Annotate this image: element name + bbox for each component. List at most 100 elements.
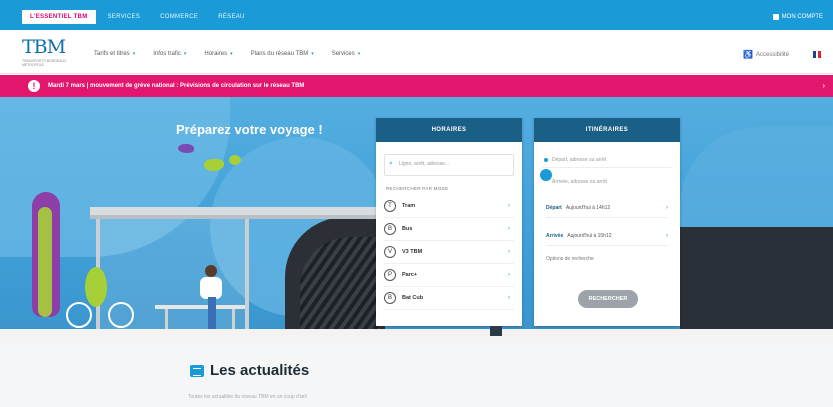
arrival-time-label: Arrivée [546, 232, 564, 239]
bench-illustration [165, 309, 168, 329]
ground [0, 329, 833, 344]
chevron-down-icon: ▾ [132, 51, 136, 57]
search-placeholder: Ligne, arrêt, adresse... [399, 161, 450, 167]
tram-icon: T [384, 200, 396, 212]
tram-illustration [680, 227, 833, 344]
nav-item-infos[interactable]: Infos trafic ▾ [149, 49, 190, 59]
nav-item-plans[interactable]: Plans du réseau TBM ▾ [247, 49, 318, 59]
chevron-right-icon[interactable]: › [822, 81, 825, 90]
shelter-roof [90, 207, 410, 215]
card-tab [490, 326, 502, 336]
accessibility-label: Accessibilité [755, 51, 789, 58]
nav-label: Plans du réseau TBM [250, 51, 309, 57]
route-fields: Départ, adresse ou arrêt Arrivée, adress… [540, 152, 672, 190]
horaires-search-input[interactable]: ⌕ Ligne, arrêt, adresse... [384, 154, 514, 176]
mode-label: Bat Cub [402, 295, 424, 301]
bird-illustration [204, 159, 224, 171]
news-section [0, 344, 833, 407]
arrival-input[interactable]: Arrivée, adresse ou arrêt [542, 174, 672, 190]
mode-item-batcub[interactable]: B Bat Cub › [384, 287, 514, 310]
bird-illustration [178, 144, 194, 153]
chevron-right-icon: › [508, 272, 510, 278]
nav-item-tarifs[interactable]: Tarifs et titres ▾ [90, 49, 139, 59]
mode-item-tram[interactable]: T Tram › [384, 195, 514, 218]
tbm-logo[interactable]: TBM TRANSPORTS BORDEAUX MÉTROPOLE [22, 38, 72, 68]
site-header: TBM TRANSPORTS BORDEAUX MÉTROPOLE Tarifs… [0, 30, 833, 74]
tab-essentiel[interactable]: L'ESSENTIEL TBM [22, 10, 96, 24]
boat-icon: B [384, 292, 396, 304]
itineraires-header[interactable]: ITINÉRAIRES [534, 118, 680, 142]
nav-item-horaires[interactable]: Horaires ▾ [200, 49, 236, 59]
itineraires-card: ITINÉRAIRES Départ, adresse ou arrêt Arr… [534, 118, 680, 326]
mode-label: V3 TBM [402, 249, 423, 255]
chevron-right-icon: › [508, 226, 510, 232]
chevron-right-icon: › [666, 232, 668, 239]
person-illustration [208, 297, 216, 329]
alert-text[interactable]: Mardi 7 mars | mouvement de grève nation… [48, 83, 304, 89]
accessibility-icon: ♿ [743, 50, 753, 59]
departure-time-row[interactable]: Départ Aujourd'hui à 14h12 › [546, 198, 668, 218]
chevron-down-icon: ▾ [311, 51, 314, 57]
arrival-time-row[interactable]: Arrivée Aujourd'hui à 15h12 › [546, 226, 668, 246]
bush-illustration [85, 267, 107, 307]
logo-text: TBM [22, 36, 66, 58]
bike-icon: V [384, 246, 396, 258]
newspaper-icon [190, 365, 204, 377]
user-icon [772, 14, 779, 20]
nav-item-services[interactable]: Services ▾ [328, 49, 365, 59]
person-illustration [205, 265, 217, 277]
search-options-link[interactable]: Options de recherche [546, 256, 668, 262]
shelter-post [245, 219, 249, 329]
news-subtitle: Toutes les actualités du réseau TBM en u… [188, 394, 307, 400]
main-nav: Tarifs et titres ▾ Infos trafic ▾ Horaires… [90, 49, 364, 59]
mode-label: Tram [402, 203, 416, 209]
tab-reseau[interactable]: RÉSEAU [210, 10, 252, 24]
search-button[interactable]: Rechercher [578, 290, 638, 308]
hero-title: Préparez votre voyage ! [176, 122, 323, 137]
departure-input[interactable]: Départ, adresse ou arrêt [542, 152, 672, 168]
departure-time-value: Aujourd'hui à 14h12 [565, 204, 611, 211]
mode-label: Parc+ [402, 272, 418, 278]
tab-commerce[interactable]: COMMERCE [152, 10, 206, 24]
mode-section-label: RECHERCHER PAR MODE [386, 186, 449, 191]
person-illustration [200, 277, 222, 299]
mode-item-v3[interactable]: V V3 TBM › [384, 241, 514, 264]
chevron-right-icon: › [508, 295, 510, 301]
bicycle-illustration [66, 302, 92, 328]
bus-icon: B [384, 223, 396, 235]
chevron-down-icon: ▾ [357, 51, 361, 57]
parking-icon: P [384, 269, 396, 281]
account-button[interactable]: MON COMPTE [772, 14, 823, 20]
nav-label: Tarifs et titres [94, 51, 130, 57]
alert-banner: ! Mardi 7 mars | mouvement de grève nati… [0, 75, 833, 97]
chevron-down-icon: ▾ [230, 51, 233, 57]
mode-label: Bus [402, 226, 413, 232]
swap-icon[interactable] [540, 169, 552, 181]
horaires-card: HORAIRES ⌕ Ligne, arrêt, adresse... RECH… [376, 118, 522, 326]
mode-item-parc[interactable]: P Parc+ › [384, 264, 514, 287]
nav-label: Services [331, 51, 355, 57]
horaires-header[interactable]: HORAIRES [376, 118, 522, 142]
logo-subtitle: TRANSPORTS BORDEAUX MÉTROPOLE [22, 59, 67, 67]
alert-icon: ! [28, 80, 40, 92]
chevron-right-icon: › [508, 249, 510, 255]
mode-item-bus[interactable]: B Bus › [384, 218, 514, 241]
departure-time-label: Départ [546, 204, 562, 211]
account-label: MON COMPTE [781, 14, 823, 20]
nav-label: Infos trafic [153, 51, 181, 57]
bench-illustration [232, 309, 235, 329]
bird-illustration [229, 155, 241, 165]
nav-label: Horaires [204, 51, 228, 57]
search-icon: ⌕ [389, 160, 393, 167]
tab-services[interactable]: SERVICES [100, 10, 149, 24]
news-title: Les actualités [210, 362, 310, 379]
bicycle-illustration [108, 302, 134, 328]
top-tabs: L'ESSENTIEL TBM SERVICES COMMERCE RÉSEAU [22, 10, 253, 24]
chevron-right-icon: › [508, 203, 510, 209]
chevron-right-icon: › [666, 204, 668, 211]
arrival-time-value: Aujourd'hui à 15h12 [567, 232, 612, 239]
top-bar: L'ESSENTIEL TBM SERVICES COMMERCE RÉSEAU… [0, 0, 833, 30]
language-flag-icon[interactable] [813, 51, 822, 58]
accessibility-link[interactable]: ♿ Accessibilité [743, 50, 789, 59]
tree-illustration [38, 207, 52, 317]
